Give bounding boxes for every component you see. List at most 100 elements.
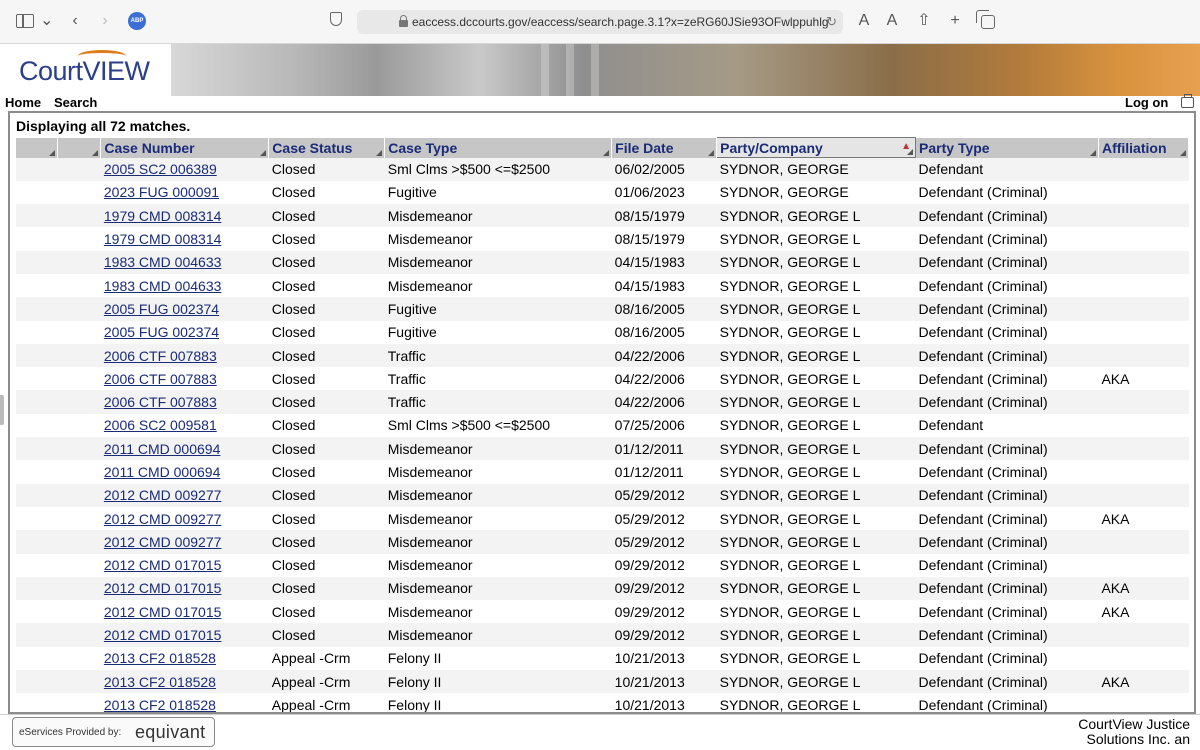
cell-case-number[interactable]: 2006 SC2 009581: [100, 413, 269, 438]
address-bar[interactable]: eaccess.dccourts.gov/eaccess/search.page…: [357, 10, 843, 34]
case-number-link[interactable]: 2012 CMD 017015: [104, 580, 222, 596]
cell-case-number[interactable]: 2011 CMD 000694: [100, 437, 269, 461]
forward-arrow-icon[interactable]: ›: [96, 10, 114, 32]
cell-case-number[interactable]: 2012 CMD 009277: [100, 530, 269, 554]
adblock-extension-icon[interactable]: ABP: [128, 12, 146, 34]
case-number-link[interactable]: 2012 CMD 017015: [104, 627, 222, 643]
resize-handle[interactable]: [0, 395, 4, 425]
table-row: 1979 CMD 008314 Closed Misdemeanor 08/15/19…: [16, 204, 1189, 228]
cell-party-type: Defendant (Criminal): [915, 227, 1099, 251]
case-number-link[interactable]: 1979 CMD 008314: [104, 231, 222, 247]
cell-affiliation: [1098, 483, 1189, 507]
cell-case-number[interactable]: 2012 CMD 017015: [100, 600, 269, 624]
column-header-blank[interactable]: [57, 137, 102, 158]
nav-home-link[interactable]: Home: [5, 95, 41, 110]
cell-case-status: Closed: [268, 343, 385, 368]
cell-case-number[interactable]: 2005 FUG 002374: [100, 320, 269, 344]
case-number-link[interactable]: 1979 CMD 008314: [104, 208, 222, 224]
new-tab-icon[interactable]: +: [945, 10, 965, 32]
case-number-link[interactable]: 2012 CMD 009277: [104, 511, 222, 527]
column-header-file-date[interactable]: File Date: [611, 137, 718, 158]
cell-case-number[interactable]: 2023 FUG 000091: [100, 180, 269, 205]
cell-file-date: 05/29/2012: [611, 530, 717, 554]
text-smaller-button[interactable]: A: [858, 10, 870, 32]
cell-blank: [16, 646, 58, 671]
privacy-shield-icon[interactable]: [330, 12, 344, 34]
back-arrow-icon[interactable]: ‹: [66, 10, 84, 32]
case-number-link[interactable]: 2011 CMD 000694: [104, 464, 220, 480]
case-number-link[interactable]: 2005 FUG 002374: [104, 301, 219, 317]
cell-case-type: Misdemeanor: [384, 600, 612, 624]
reload-icon[interactable]: ↻: [826, 10, 837, 34]
case-number-link[interactable]: 2006 SC2 009581: [104, 417, 217, 433]
cell-case-number[interactable]: 2012 CMD 017015: [100, 623, 269, 647]
cell-blank: [57, 670, 101, 694]
case-number-link[interactable]: 2006 CTF 007883: [104, 394, 217, 410]
cell-case-number[interactable]: 2012 CMD 009277: [100, 483, 269, 507]
column-header-case-status[interactable]: Case Status: [268, 137, 386, 158]
cell-case-number[interactable]: 2006 CTF 007883: [100, 390, 269, 414]
cell-case-number[interactable]: 2006 CTF 007883: [100, 367, 269, 391]
cell-case-type: Fugitive: [384, 297, 612, 321]
cell-case-number[interactable]: 1983 CMD 004633: [100, 250, 269, 274]
cell-case-number[interactable]: 2011 CMD 000694: [100, 460, 269, 484]
cell-case-number[interactable]: 2006 CTF 007883: [100, 343, 269, 368]
case-number-link[interactable]: 2006 CTF 007883: [104, 371, 217, 387]
case-number-link[interactable]: 2005 SC2 006389: [104, 161, 217, 177]
case-number-link[interactable]: 2013 CF2 018528: [104, 674, 216, 690]
case-number-link[interactable]: 1983 CMD 004633: [104, 278, 222, 294]
tab-overview-icon[interactable]: [976, 10, 996, 32]
cell-case-number[interactable]: 2012 CMD 009277: [100, 506, 269, 531]
case-number-link[interactable]: 2012 CMD 009277: [104, 487, 222, 503]
cell-party-type: Defendant (Criminal): [915, 646, 1099, 671]
table-row: 1979 CMD 008314 Closed Misdemeanor 08/15/19…: [16, 227, 1189, 251]
nav-search-link[interactable]: Search: [54, 95, 97, 110]
cell-affiliation: AKA: [1098, 506, 1189, 531]
cell-blank: [16, 437, 58, 461]
column-header-blank[interactable]: [16, 137, 59, 158]
case-number-link[interactable]: 2012 CMD 017015: [104, 557, 222, 573]
courtview-logo[interactable]: CourtVIEW: [0, 44, 171, 96]
column-header-party-type[interactable]: Party Type: [915, 137, 1099, 158]
cell-case-number[interactable]: 1979 CMD 008314: [100, 227, 269, 251]
log-on-link[interactable]: Log on: [1125, 95, 1168, 110]
cell-case-number[interactable]: 2013 CF2 018528: [100, 670, 269, 694]
text-larger-button[interactable]: A: [884, 10, 900, 32]
column-header-case-number[interactable]: Case Number: [100, 137, 270, 158]
case-number-link[interactable]: 2012 CMD 009277: [104, 534, 222, 550]
cell-party-type: Defendant (Criminal): [915, 553, 1099, 577]
cell-case-type: Felony II: [384, 693, 612, 712]
cell-case-number[interactable]: 2012 CMD 017015: [100, 576, 269, 601]
case-number-link[interactable]: 2011 CMD 000694: [104, 441, 220, 457]
chevron-down-icon[interactable]: ⌄: [40, 10, 53, 32]
case-number-link[interactable]: 2006 CTF 007883: [104, 348, 217, 364]
cell-case-status: Closed: [268, 390, 385, 414]
cell-case-number[interactable]: 1983 CMD 004633: [100, 273, 269, 298]
print-icon[interactable]: [1181, 94, 1194, 108]
cell-case-type: Traffic: [384, 390, 612, 414]
column-header-party-company[interactable]: Party/Company ▲: [716, 137, 917, 158]
case-number-link[interactable]: 2013 CF2 018528: [104, 697, 216, 712]
cell-case-number[interactable]: 2013 CF2 018528: [100, 693, 269, 712]
cell-case-number[interactable]: 2005 FUG 002374: [100, 297, 269, 321]
sidebar-toggle-icon[interactable]: [16, 10, 36, 32]
cell-party: SYDNOR, GEORGE L: [716, 483, 916, 507]
provider-badge[interactable]: eServices Provided by: equivant: [12, 717, 215, 747]
cell-case-number[interactable]: 2005 SC2 006389: [100, 157, 269, 181]
cell-case-number[interactable]: 2013 CF2 018528: [100, 646, 269, 671]
cell-blank: [16, 553, 58, 577]
case-number-link[interactable]: 2023 FUG 000091: [104, 184, 219, 200]
column-header-affiliation[interactable]: Affiliation: [1098, 137, 1190, 158]
equivant-logo: equivant: [135, 722, 206, 742]
column-header-case-type[interactable]: Case Type: [384, 137, 613, 158]
cell-case-number[interactable]: 1979 CMD 008314: [100, 204, 269, 228]
case-number-link[interactable]: 1983 CMD 004633: [104, 254, 222, 270]
case-number-link[interactable]: 2012 CMD 017015: [104, 604, 222, 620]
case-number-link[interactable]: 2005 FUG 002374: [104, 324, 219, 340]
cell-case-number[interactable]: 2012 CMD 017015: [100, 553, 269, 577]
copyright-text: CourtView Justice Solutions Inc. an: [1060, 717, 1190, 747]
case-number-link[interactable]: 2013 CF2 018528: [104, 650, 216, 666]
share-icon[interactable]: ⇧: [914, 10, 934, 32]
cell-party: SYDNOR, GEORGE L: [716, 506, 916, 531]
cell-affiliation: [1098, 250, 1189, 274]
